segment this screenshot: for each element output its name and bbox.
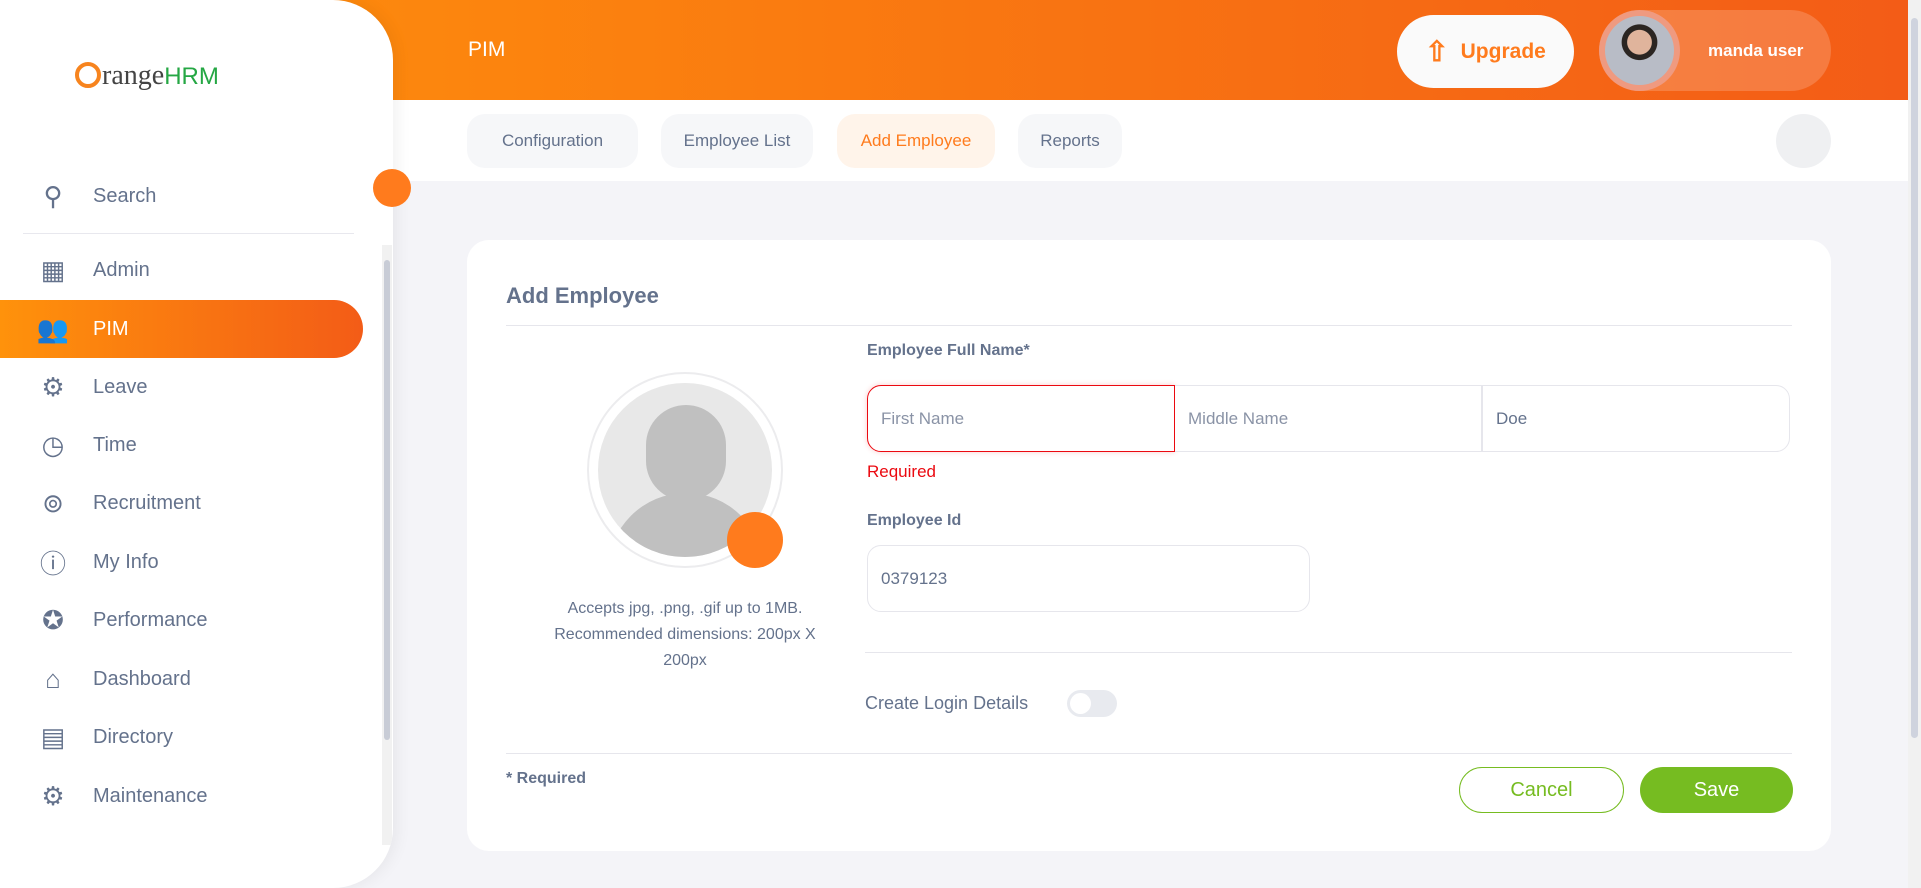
sidebar-item-performance[interactable]: ✪ Performance: [0, 591, 363, 649]
performance-icon: ✪: [42, 604, 64, 635]
sidebar-item-label: Recruitment: [93, 491, 201, 514]
sidebar-item-label: Maintenance: [93, 784, 208, 807]
first-name-input[interactable]: [867, 385, 1175, 452]
sidebar-search[interactable]: ⚲ Search: [0, 167, 363, 225]
last-name-input[interactable]: [1482, 385, 1790, 452]
photo-caption: Accepts jpg, .png, .gif up to 1MB. Recom…: [527, 596, 843, 674]
sidebar-item-directory[interactable]: ▤ Directory: [0, 708, 363, 766]
upload-photo-button[interactable]: [727, 512, 783, 568]
sidebar-item-label: PIM: [93, 317, 129, 340]
maintenance-icon: ⚙: [41, 780, 65, 811]
upgrade-label: Upgrade: [1460, 39, 1546, 63]
sidebar-item-label: Performance: [93, 608, 208, 631]
top-nav: Configuration Employee List Add Employee…: [393, 100, 1908, 181]
time-icon: ◷: [41, 429, 65, 460]
sidebar-collapse-button[interactable]: [373, 169, 411, 207]
page-title: PIM: [468, 38, 506, 61]
sidebar-item-label: Leave: [93, 375, 148, 398]
sidebar-divider: [23, 233, 354, 234]
page-scrollbar[interactable]: [1908, 0, 1921, 888]
search-icon: ⚲: [43, 180, 63, 211]
leave-icon: ⚙: [41, 371, 65, 402]
directory-icon: ▤: [40, 721, 66, 752]
tab-employee-list[interactable]: Employee List: [661, 114, 813, 168]
sidebar-item-admin[interactable]: ▦ Admin: [0, 241, 363, 299]
employee-id-input[interactable]: [867, 545, 1310, 612]
sidebar-item-label: Time: [93, 433, 137, 456]
sidebar-item-recruitment[interactable]: ⊚ Recruitment: [0, 474, 363, 532]
create-login-label: Create Login Details: [865, 693, 1029, 713]
sidebar-item-label: Directory: [93, 725, 174, 748]
divider: [865, 652, 1792, 653]
avatar: [1599, 10, 1680, 91]
user-name: manda user: [1708, 40, 1804, 60]
sidebar-item-dashboard[interactable]: ⌂ Dashboard: [0, 650, 363, 708]
recruitment-icon: ⊚: [42, 487, 64, 518]
upgrade-arrow-icon: ⇧: [1425, 36, 1449, 67]
sidebar-item-label: Dashboard: [93, 667, 191, 690]
required-note: * Required: [506, 770, 587, 787]
tab-reports[interactable]: Reports: [1018, 114, 1122, 168]
sidebar-item-label: Search: [93, 184, 157, 207]
sidebar-item-time[interactable]: ◷ Time: [0, 416, 363, 474]
add-employee-card: Add Employee Accepts jpg, .png, .gif up …: [467, 240, 1831, 851]
full-name-label: Employee Full Name*: [867, 342, 1030, 359]
sidebar-item-label: My Info: [93, 550, 159, 573]
save-button[interactable]: Save: [1640, 767, 1793, 813]
dashboard-icon: ⌂: [45, 663, 61, 694]
photo-caption-line: Accepts jpg, .png, .gif up to 1MB.: [567, 600, 803, 617]
create-login-toggle[interactable]: [1067, 690, 1117, 717]
sidebar: range HRM ⚲ Search ▦ Admin 👥 PIM ⚙ Leave ◷ Tim…: [0, 0, 393, 888]
photo-caption-line: Recommended dimensions: 200px X: [554, 626, 816, 643]
cancel-button[interactable]: Cancel: [1459, 767, 1624, 813]
help-button[interactable]: [1776, 114, 1831, 168]
pim-icon: 👥: [36, 313, 70, 344]
employee-id-label: Employee Id: [867, 512, 962, 529]
admin-icon: ▦: [40, 254, 66, 285]
tab-configuration[interactable]: Configuration: [467, 114, 638, 168]
sidebar-item-maintenance[interactable]: ⚙ Maintenance: [0, 767, 363, 825]
orangehrm-logo: range HRM: [75, 58, 219, 92]
divider: [506, 325, 1792, 326]
divider: [506, 753, 1792, 754]
first-name-error: Required: [867, 462, 936, 481]
sidebar-item-my-info[interactable]: ⓘ My Info: [0, 533, 363, 591]
photo-caption-line: 200px: [663, 652, 707, 669]
my-info-icon: ⓘ: [39, 548, 66, 579]
upgrade-button[interactable]: ⇧ Upgrade: [1397, 15, 1574, 88]
sidebar-item-pim[interactable]: 👥 PIM: [0, 300, 363, 358]
user-dropdown[interactable]: manda user: [1599, 10, 1831, 91]
sidebar-scrollbar[interactable]: [382, 245, 392, 845]
sidebar-item-leave[interactable]: ⚙ Leave: [0, 358, 363, 416]
form-title: Add Employee: [506, 283, 659, 308]
sidebar-item-label: Admin: [93, 258, 150, 281]
middle-name-input[interactable]: [1175, 385, 1482, 452]
tab-add-employee[interactable]: Add Employee: [837, 114, 995, 168]
